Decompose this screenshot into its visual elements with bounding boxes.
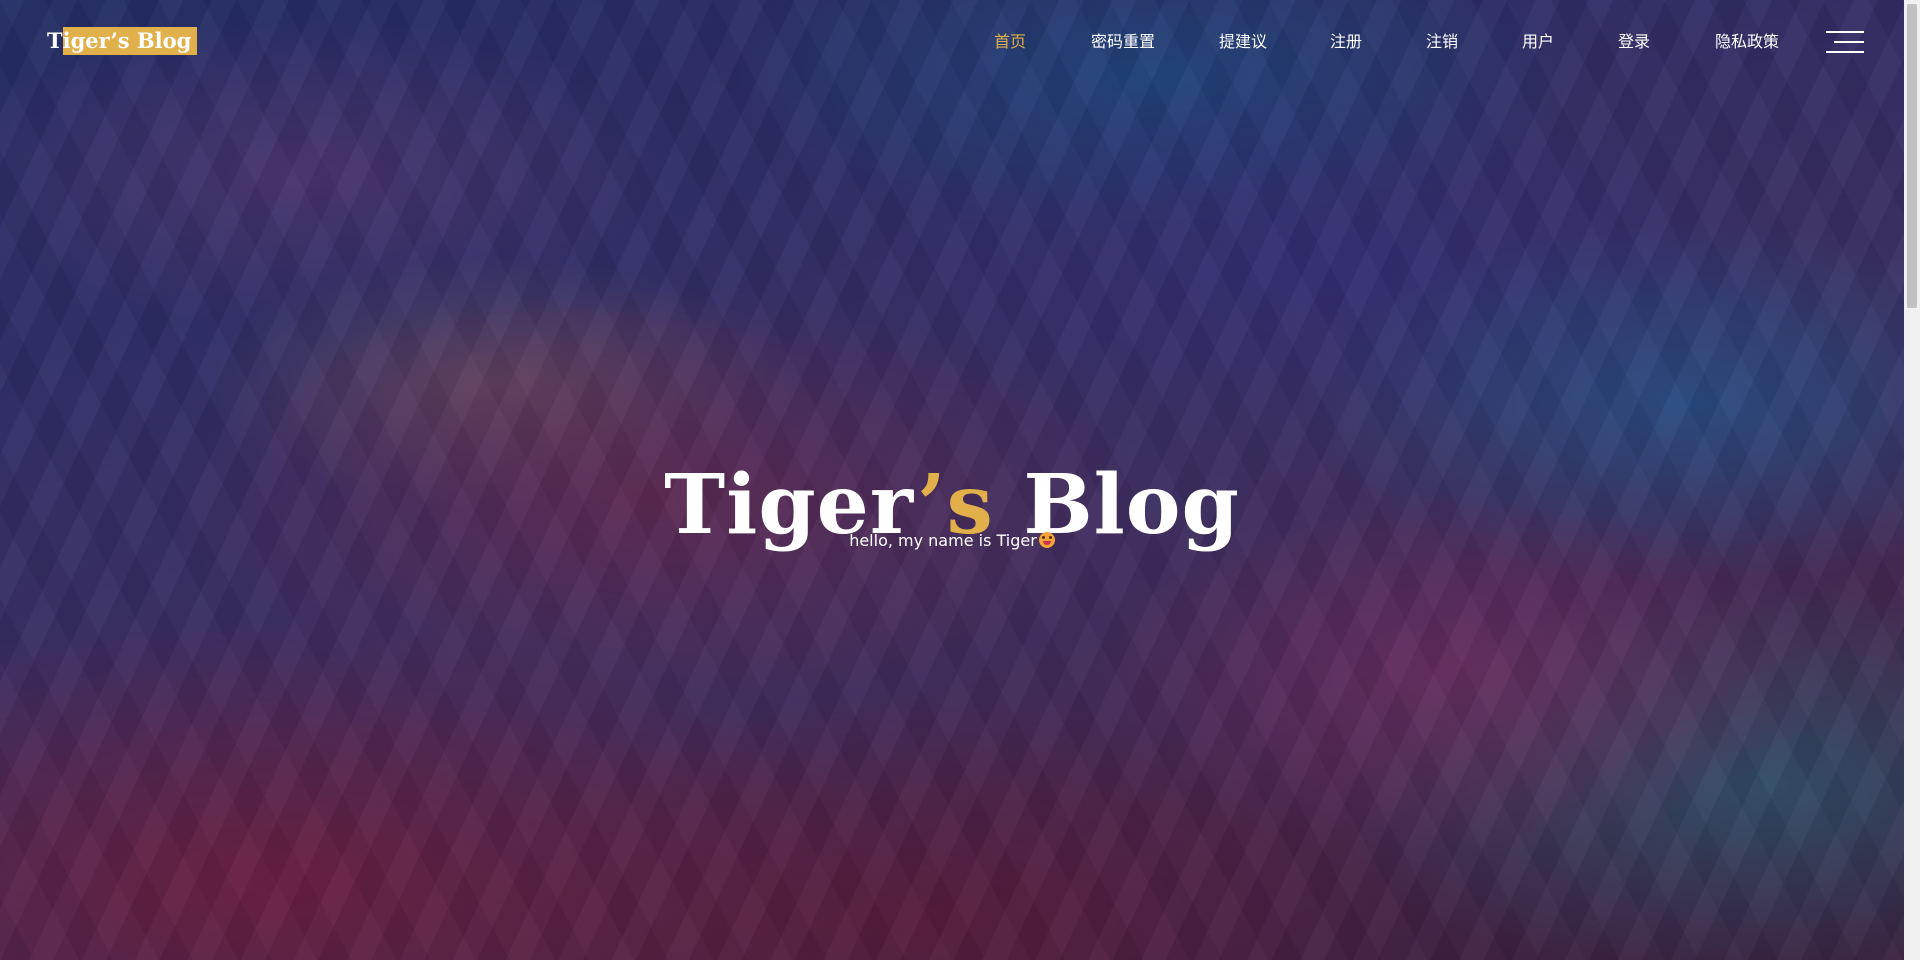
site-logo[interactable]: Tiger’s Blog: [45, 27, 198, 55]
page-scrollbar[interactable]: [1904, 0, 1920, 960]
hero-section: Tiger’s Blog 首页 密码重置 提建议 注册 注销 用户 登录 隐私政…: [0, 0, 1920, 960]
nav-item-home[interactable]: 首页: [994, 30, 1026, 54]
hero-subtitle-text: hello, my name is Tiger: [849, 531, 1037, 550]
menu-line: [1826, 51, 1864, 53]
hamburger-menu-icon[interactable]: [1826, 31, 1864, 53]
grinning-face-with-tongue-icon: [1038, 532, 1055, 548]
top-navigation-bar: Tiger’s Blog 首页 密码重置 提建议 注册 注销 用户 登录 隐私政…: [0, 0, 1904, 84]
nav-item-logout[interactable]: 注销: [1426, 30, 1458, 54]
scrollbar-thumb[interactable]: [1907, 4, 1917, 308]
nav-item-login[interactable]: 登录: [1618, 30, 1650, 54]
menu-line: [1826, 31, 1864, 33]
nav-item-register[interactable]: 注册: [1330, 30, 1362, 54]
nav-item-privacy-policy[interactable]: 隐私政策: [1715, 30, 1779, 54]
nav-item-user[interactable]: 用户: [1522, 30, 1554, 54]
nav-item-password-reset[interactable]: 密码重置: [1091, 30, 1155, 54]
nav-item-suggestion[interactable]: 提建议: [1219, 30, 1267, 54]
menu-line: [1834, 41, 1864, 43]
hero-subtitle: hello, my name is Tiger: [0, 530, 1904, 552]
